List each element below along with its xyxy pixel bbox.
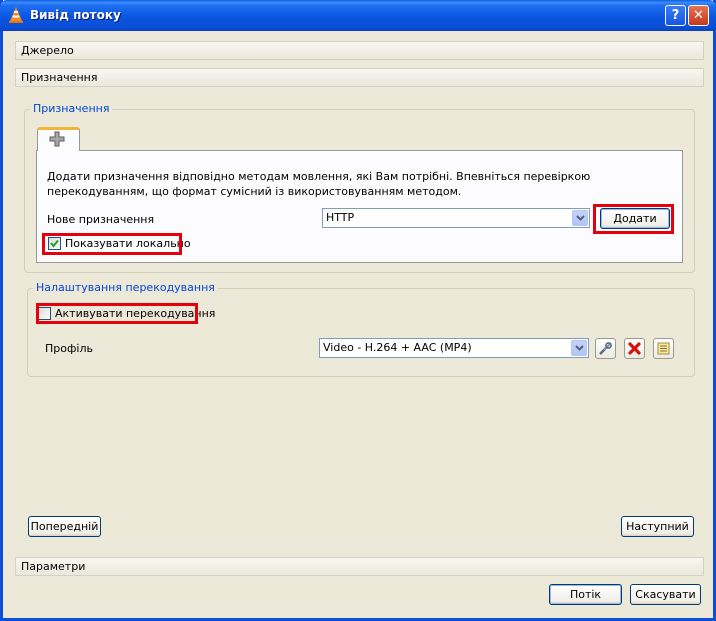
transcode-groupbox: Налаштування перекодування	[27, 281, 695, 377]
cancel-button[interactable]: Скасувати	[630, 584, 701, 605]
vlc-cone-icon	[9, 7, 23, 23]
cancel-button-label: Скасувати	[635, 588, 696, 601]
chevron-down-icon	[572, 210, 588, 226]
destinations-group-title: Призначення	[30, 102, 113, 115]
close-button[interactable]: ✕	[688, 5, 709, 26]
plus-icon	[49, 131, 65, 147]
new-destination-label: Нове призначення	[47, 213, 155, 226]
close-icon: ✕	[693, 8, 704, 23]
display-locally-highlight	[42, 233, 182, 255]
add-button-highlight	[593, 204, 674, 234]
section-options[interactable]: Параметри	[15, 557, 704, 576]
add-destination-tab[interactable]	[37, 127, 80, 151]
profile-select[interactable]: Video - H.264 + AAC (MP4)	[319, 338, 589, 358]
section-options-label: Параметри	[21, 560, 86, 573]
new-profile-button[interactable]	[653, 338, 674, 359]
next-button[interactable]: Наступний	[621, 516, 694, 537]
section-destination-label: Призначення	[21, 71, 98, 84]
profile-value: Video - H.264 + AAC (MP4)	[323, 341, 472, 354]
section-source[interactable]: Джерело	[15, 41, 704, 60]
delete-profile-button[interactable]	[624, 338, 645, 359]
edit-profile-button[interactable]	[595, 338, 616, 359]
destination-method-select[interactable]: HTTP	[322, 208, 590, 228]
stream-button-label: Потік	[569, 588, 602, 601]
profile-label: Профіль	[45, 342, 93, 355]
stream-output-dialog: Вивід потоку ? ✕ Джерело Призначення При…	[0, 0, 716, 621]
destination-method-value: HTTP	[326, 211, 355, 224]
help-icon: ?	[671, 8, 680, 23]
delete-icon	[628, 342, 641, 355]
new-profile-icon	[657, 342, 670, 355]
window-title: Вивід потоку	[30, 8, 121, 22]
section-source-label: Джерело	[21, 44, 74, 57]
transcode-group-title: Налаштування перекодування	[33, 281, 218, 294]
back-button-label: Попередній	[30, 520, 99, 533]
next-button-label: Наступний	[626, 520, 689, 533]
destination-description: Додати призначення відповідно методам мо…	[47, 170, 591, 198]
help-button[interactable]: ?	[665, 5, 686, 26]
chevron-down-icon	[571, 340, 587, 356]
wrench-icon	[599, 342, 612, 355]
back-button[interactable]: Попередній	[28, 516, 101, 537]
title-bar[interactable]: Вивід потоку ? ✕	[0, 0, 716, 31]
section-destination[interactable]: Призначення	[15, 68, 704, 87]
activate-transcoding-highlight	[36, 303, 198, 324]
stream-button[interactable]: Потік	[549, 584, 622, 605]
